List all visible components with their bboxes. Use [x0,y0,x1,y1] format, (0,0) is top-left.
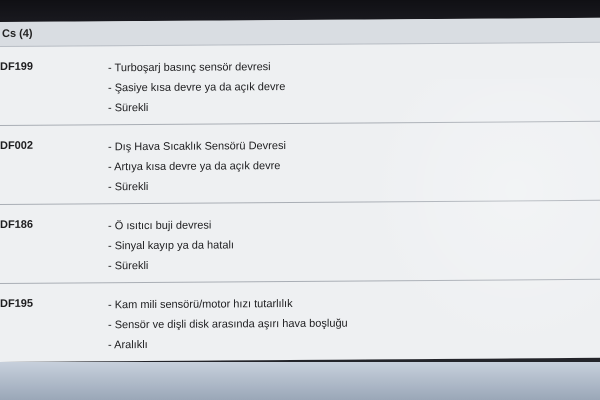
panel-title: Cs (4) [2,27,33,40]
fault-description-line: - Şasiye kısa devre ya da açık devre [108,81,286,95]
fault-code: DF195 [0,297,34,310]
fault-description: - Turboşarj basınç sensör devresi - Şasi… [108,57,285,118]
fault-codes-panel: Cs (4) DF199 - Turboşarj basınç sensör d… [0,17,600,362]
fault-row[interactable]: DF186 - Ö ısıtıcı buji devresi - Sinyal … [0,200,600,284]
bottom-bar [0,362,600,400]
fault-row[interactable]: DF199 - Turboşarj basınç sensör devresi … [0,42,600,126]
fault-status: - Sürekli [108,101,149,115]
fault-description: - Kam mili sensörü/motor hızı tutarlılık… [108,294,348,356]
fault-status: - Sürekli [108,180,149,194]
fault-description-line: - Sensör ve dişli disk arasında aşırı ha… [108,317,348,332]
fault-code: DF186 [0,218,34,231]
fault-description-line: - Turboşarj basınç sensör devresi [108,61,271,75]
fault-description-line: - Dış Hava Sıcaklık Sensörü Devresi [108,140,286,154]
fault-description-line: - Ö ısıtıcı buji devresi [108,219,212,233]
fault-description: - Dış Hava Sıcaklık Sensörü Devresi - Ar… [108,136,286,197]
fault-status: - Aralıklı [108,338,148,352]
fault-row[interactable]: DF002 - Dış Hava Sıcaklık Sensörü Devres… [0,121,600,205]
fault-description-line: - Sinyal kayıp ya da hatalı [108,239,234,253]
fault-code: DF199 [0,60,34,73]
fault-row[interactable]: DF195 - Kam mili sensörü/motor hızı tuta… [0,279,600,362]
fault-status: - Sürekli [108,259,149,273]
fault-description-line: - Kam mili sensörü/motor hızı tutarlılık [108,297,293,312]
fault-description: - Ö ısıtıcı buji devresi - Sinyal kayıp … [108,215,234,276]
fault-description-line: - Artıya kısa devre ya da açık devre [108,160,281,174]
fault-code: DF002 [0,139,34,152]
